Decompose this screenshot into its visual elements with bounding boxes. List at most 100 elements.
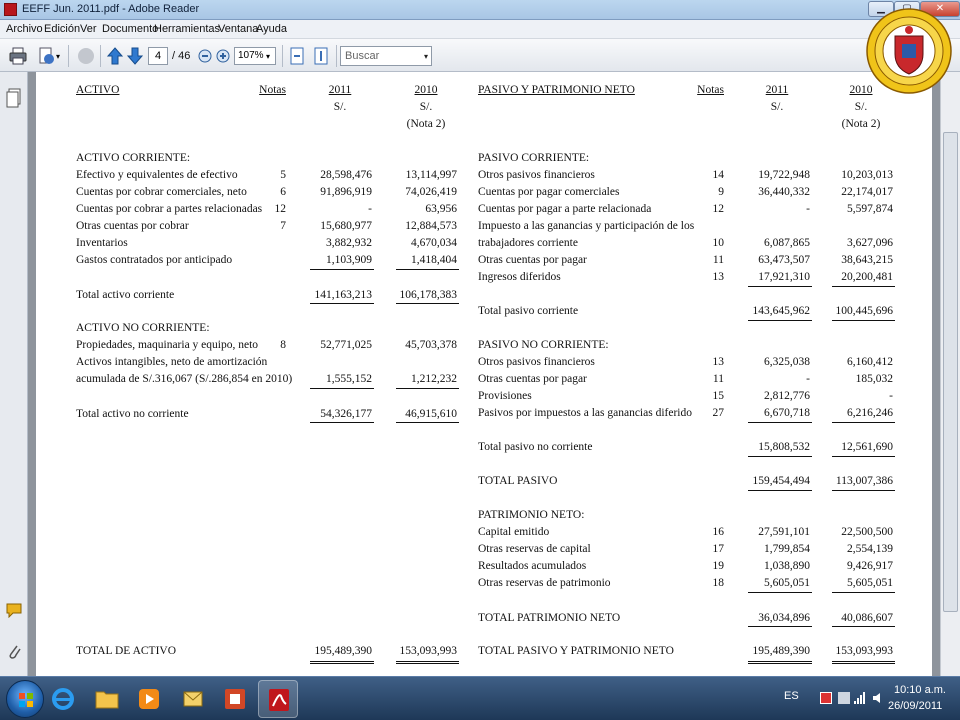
search-dropdown-icon[interactable]: ▾ xyxy=(424,48,428,66)
row-value-2010: 5,597,874 xyxy=(847,203,893,215)
row-value-2010: 9,426,917 xyxy=(847,560,893,572)
taskbar-internet-explorer[interactable] xyxy=(42,680,82,718)
row-label: Cuentas por cobrar a partes relacionadas xyxy=(76,203,263,215)
menu-ventana[interactable]: Ventana xyxy=(218,23,258,35)
row-value-2010: 45,703,378 xyxy=(405,339,457,351)
clock-time[interactable]: 10:10 a.m. xyxy=(894,684,946,696)
hand-tool-icon[interactable] xyxy=(76,46,96,66)
menu-herramientas[interactable]: Herramientas xyxy=(154,23,220,35)
scrollbar-thumb[interactable] xyxy=(943,132,958,612)
row-nota: 12 xyxy=(274,203,287,215)
zoom-in-icon[interactable] xyxy=(216,49,230,63)
row-nota: 11 xyxy=(712,254,724,266)
row-label: Gastos contratados por anticipado xyxy=(76,254,233,266)
fit-width-icon[interactable] xyxy=(312,46,330,66)
row-value-2011: 195,489,390 xyxy=(752,645,811,657)
row-value-2011: 36,440,332 xyxy=(758,186,810,198)
search-input[interactable]: Buscar ▾ xyxy=(340,46,432,66)
windows-logo-icon xyxy=(19,693,33,707)
underline-rule xyxy=(832,592,895,593)
row-value-2011: 143,645,962 xyxy=(752,305,811,317)
underline-rule xyxy=(832,456,895,457)
row-nota: 6 xyxy=(280,186,286,198)
row-nota: 27 xyxy=(712,407,725,419)
taskbar-outlook[interactable] xyxy=(172,680,212,718)
row-value-2011: 6,670,718 xyxy=(764,407,810,419)
row-value-2010: 40,086,607 xyxy=(841,612,893,624)
document-area[interactable]: ACTIVO Notas 2011 2010 S/. S/. (Nota 2) ACTIVO … xyxy=(28,72,940,676)
row-label: Otras cuentas por cobrar xyxy=(76,220,189,232)
row-nota: 16 xyxy=(712,526,725,538)
row-label: Otros pasivos financieros xyxy=(478,169,595,181)
row-value-2011: - xyxy=(806,373,810,385)
window-title: EEFF Jun. 2011.pdf - Adobe Reader xyxy=(22,3,200,15)
row-value-2011: 15,680,977 xyxy=(320,220,372,232)
windows-taskbar: ES 10:10 a.m. 26/09/2011 xyxy=(0,676,960,720)
device-icon[interactable] xyxy=(838,692,850,704)
adobe-reader-icon xyxy=(269,689,289,711)
row-label: Total pasivo corriente xyxy=(478,305,579,317)
row-value-2011: 52,771,025 xyxy=(320,339,372,351)
row-value-2011: 15,808,532 xyxy=(758,441,810,453)
taskbar-adobe-reader[interactable] xyxy=(258,680,298,718)
underline-rule xyxy=(748,490,812,491)
row-nota: 12 xyxy=(712,203,725,215)
menu-edicion[interactable]: Edición xyxy=(44,23,80,35)
comments-icon[interactable] xyxy=(6,602,22,618)
page-number-input[interactable] xyxy=(148,47,168,65)
row-label: Ingresos diferidos xyxy=(478,271,561,283)
attachments-icon[interactable] xyxy=(6,642,22,660)
row-value-2011: 28,598,476 xyxy=(320,169,372,181)
arrow-down-icon[interactable] xyxy=(126,46,144,66)
volume-icon[interactable] xyxy=(872,692,884,704)
taskbar-powerpoint[interactable] xyxy=(214,680,254,718)
menu-ayuda[interactable]: Ayuda xyxy=(256,23,287,35)
menu-archivo[interactable]: Archivo xyxy=(6,23,43,35)
network-signal-icon[interactable] xyxy=(854,692,866,704)
row-value-2011: - xyxy=(806,203,810,215)
clock-date[interactable]: 26/09/2011 xyxy=(888,700,942,712)
row-nota: 9 xyxy=(718,186,724,198)
section-heading: PASIVO Y PATRIMONIO NETO xyxy=(478,84,635,96)
flag-icon[interactable] xyxy=(820,692,832,704)
taskbar-explorer[interactable] xyxy=(86,680,126,718)
row-value-2010: 5,605,051 xyxy=(847,577,893,589)
row-value-2010: 22,500,500 xyxy=(841,526,893,538)
row-label: TOTAL PASIVO xyxy=(478,475,558,487)
powerpoint-icon xyxy=(225,689,245,709)
row-value-2011: 2,812,776 xyxy=(764,390,810,402)
language-indicator[interactable]: ES xyxy=(784,690,799,702)
currency-label: S/. xyxy=(419,101,433,113)
arrow-up-icon[interactable] xyxy=(106,46,124,66)
zoom-dropdown-icon[interactable]: ▾ xyxy=(266,52,270,72)
taskbar-media-player[interactable] xyxy=(128,680,168,718)
row-value-2010: 10,203,013 xyxy=(841,169,893,181)
vertical-scrollbar[interactable] xyxy=(940,72,960,676)
zoom-out-icon[interactable] xyxy=(198,49,212,63)
menu-ver[interactable]: Ver xyxy=(80,23,97,35)
row-label: acumulada de S/.316,067 (S/.286,854 en 2… xyxy=(76,373,293,385)
start-button[interactable] xyxy=(6,680,44,718)
pages-panel-icon[interactable] xyxy=(6,88,22,108)
chevron-down-icon[interactable]: ▾ xyxy=(56,52,60,72)
subsection-heading: PATRIMONIO NETO: xyxy=(478,509,585,521)
row-value-2010: 1,212,232 xyxy=(411,373,457,385)
outlook-icon xyxy=(183,691,203,707)
row-label: Impuesto a las ganancias y participación… xyxy=(478,220,695,232)
row-label: Activos intangibles, neto de amortizació… xyxy=(76,356,268,368)
print-icon[interactable] xyxy=(8,46,28,66)
underline-rule xyxy=(396,661,459,662)
email-attach-icon[interactable] xyxy=(36,46,56,66)
navigation-panel xyxy=(0,72,28,676)
row-label: Propiedades, maquinaria y equipo, neto xyxy=(76,339,259,351)
row-value-2010: 100,445,696 xyxy=(835,305,894,317)
row-label: Provisiones xyxy=(478,390,532,402)
menu-documento[interactable]: Documento xyxy=(102,23,158,35)
pdf-page: ACTIVO Notas 2011 2010 S/. S/. (Nota 2) ACTIVO … xyxy=(36,72,932,676)
row-value-2011: 1,103,909 xyxy=(326,254,372,266)
row-value-2011: 36,034,896 xyxy=(758,612,810,624)
row-value-2010: 74,026,419 xyxy=(405,186,457,198)
row-value-2011: - xyxy=(368,203,372,215)
underline-rule xyxy=(832,663,895,664)
fit-page-icon[interactable] xyxy=(288,46,306,66)
